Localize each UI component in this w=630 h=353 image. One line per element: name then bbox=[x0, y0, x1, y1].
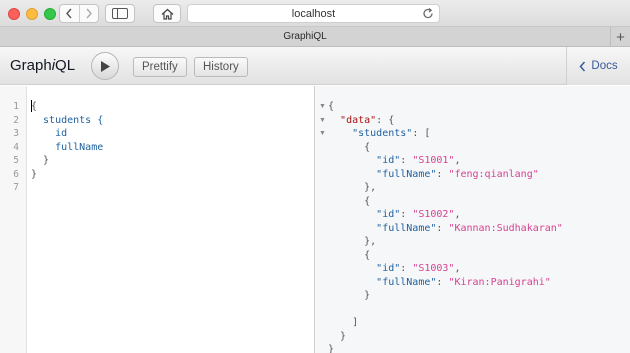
query-line: id bbox=[31, 128, 68, 139]
reload-icon[interactable] bbox=[422, 7, 434, 20]
sidebar-toggle-button[interactable] bbox=[105, 4, 135, 23]
fold-arrow-icon[interactable]: ▼ bbox=[319, 114, 326, 128]
add-tab-icon: + bbox=[616, 28, 625, 46]
url-text: localhost bbox=[291, 7, 336, 20]
address-bar[interactable]: localhost bbox=[187, 4, 440, 23]
home-icon bbox=[161, 8, 173, 20]
result-field-id: "id": "S1002", bbox=[376, 209, 461, 220]
result-line: "data": { bbox=[340, 114, 395, 126]
result-field-id: "id": "S1003", bbox=[376, 263, 461, 274]
chevron-left-icon bbox=[579, 61, 586, 71]
query-editor[interactable]: 1 2 3 4 5 6 7 { students { id fullName }… bbox=[0, 86, 314, 353]
tab-graphiql[interactable]: GraphiQL bbox=[0, 27, 610, 47]
result-object-close: }, bbox=[328, 182, 377, 193]
tab-bar: GraphiQL + bbox=[0, 27, 630, 47]
play-icon bbox=[101, 60, 110, 72]
fold-arrow-icon[interactable]: ▼ bbox=[319, 127, 326, 141]
result-line: { bbox=[328, 101, 335, 112]
line-number: 6 bbox=[13, 168, 19, 180]
home-button[interactable] bbox=[153, 4, 181, 23]
result-field-fullname: "fullName": "Kannan:Sudhakaran" bbox=[376, 222, 563, 234]
line-number: 1 bbox=[13, 101, 19, 112]
docs-button[interactable]: Docs bbox=[566, 47, 630, 85]
sidebar-icon bbox=[112, 8, 128, 19]
result-object-open: { bbox=[328, 195, 371, 207]
graphiql-toolbar: GraphiQL Prettify History bbox=[0, 47, 630, 85]
new-tab-button[interactable]: + bbox=[610, 27, 630, 47]
execute-query-button[interactable] bbox=[91, 52, 119, 80]
result-object-open: { bbox=[328, 249, 371, 261]
result-line: } bbox=[328, 330, 347, 342]
result-object-close: } bbox=[328, 290, 371, 301]
result-field-id: "id": "S1001", bbox=[376, 155, 461, 166]
forward-icon bbox=[86, 8, 92, 19]
forward-button[interactable] bbox=[78, 5, 99, 22]
query-line: students { bbox=[31, 114, 104, 126]
line-number: 2 bbox=[13, 114, 19, 126]
line-number: 4 bbox=[13, 141, 19, 153]
result-line: "students": [ bbox=[352, 128, 431, 139]
result-line: } bbox=[328, 344, 335, 353]
back-icon bbox=[66, 8, 72, 19]
line-number: 3 bbox=[13, 128, 19, 139]
query-line: fullName bbox=[31, 141, 104, 153]
query-line: } bbox=[31, 155, 50, 166]
window-minimize-button[interactable] bbox=[26, 8, 38, 20]
docs-label: Docs bbox=[591, 60, 618, 72]
line-number-gutter: 1 2 3 4 5 6 7 bbox=[0, 86, 27, 353]
line-number: 7 bbox=[13, 182, 19, 193]
fold-arrow-icon[interactable]: ▼ bbox=[319, 100, 326, 114]
app-title: GraphiQL bbox=[10, 57, 75, 74]
result-field-fullname: "fullName": "feng:qianlang" bbox=[376, 168, 539, 180]
app-title-part1: Graph bbox=[10, 57, 52, 74]
back-button[interactable] bbox=[60, 5, 79, 22]
result-object-open: { bbox=[328, 141, 371, 153]
query-line: } bbox=[31, 168, 38, 180]
query-line: { bbox=[31, 101, 38, 112]
result-object-close: }, bbox=[328, 236, 377, 247]
history-button[interactable]: History bbox=[194, 57, 248, 77]
browser-titlebar: localhost bbox=[0, 0, 630, 27]
result-viewer: ▼ ▼ ▼ { "data": { "students": [ { "id": … bbox=[315, 86, 630, 353]
app-title-part2: QL bbox=[55, 57, 76, 74]
prettify-button[interactable]: Prettify bbox=[133, 57, 187, 77]
result-field-fullname: "fullName": "Kiran:Panigrahi" bbox=[376, 276, 551, 288]
window-close-button[interactable] bbox=[8, 8, 20, 20]
line-number: 5 bbox=[13, 155, 19, 166]
window-maximize-button[interactable] bbox=[44, 8, 56, 20]
result-line: ] bbox=[328, 317, 359, 328]
navigation-buttons bbox=[59, 4, 99, 23]
